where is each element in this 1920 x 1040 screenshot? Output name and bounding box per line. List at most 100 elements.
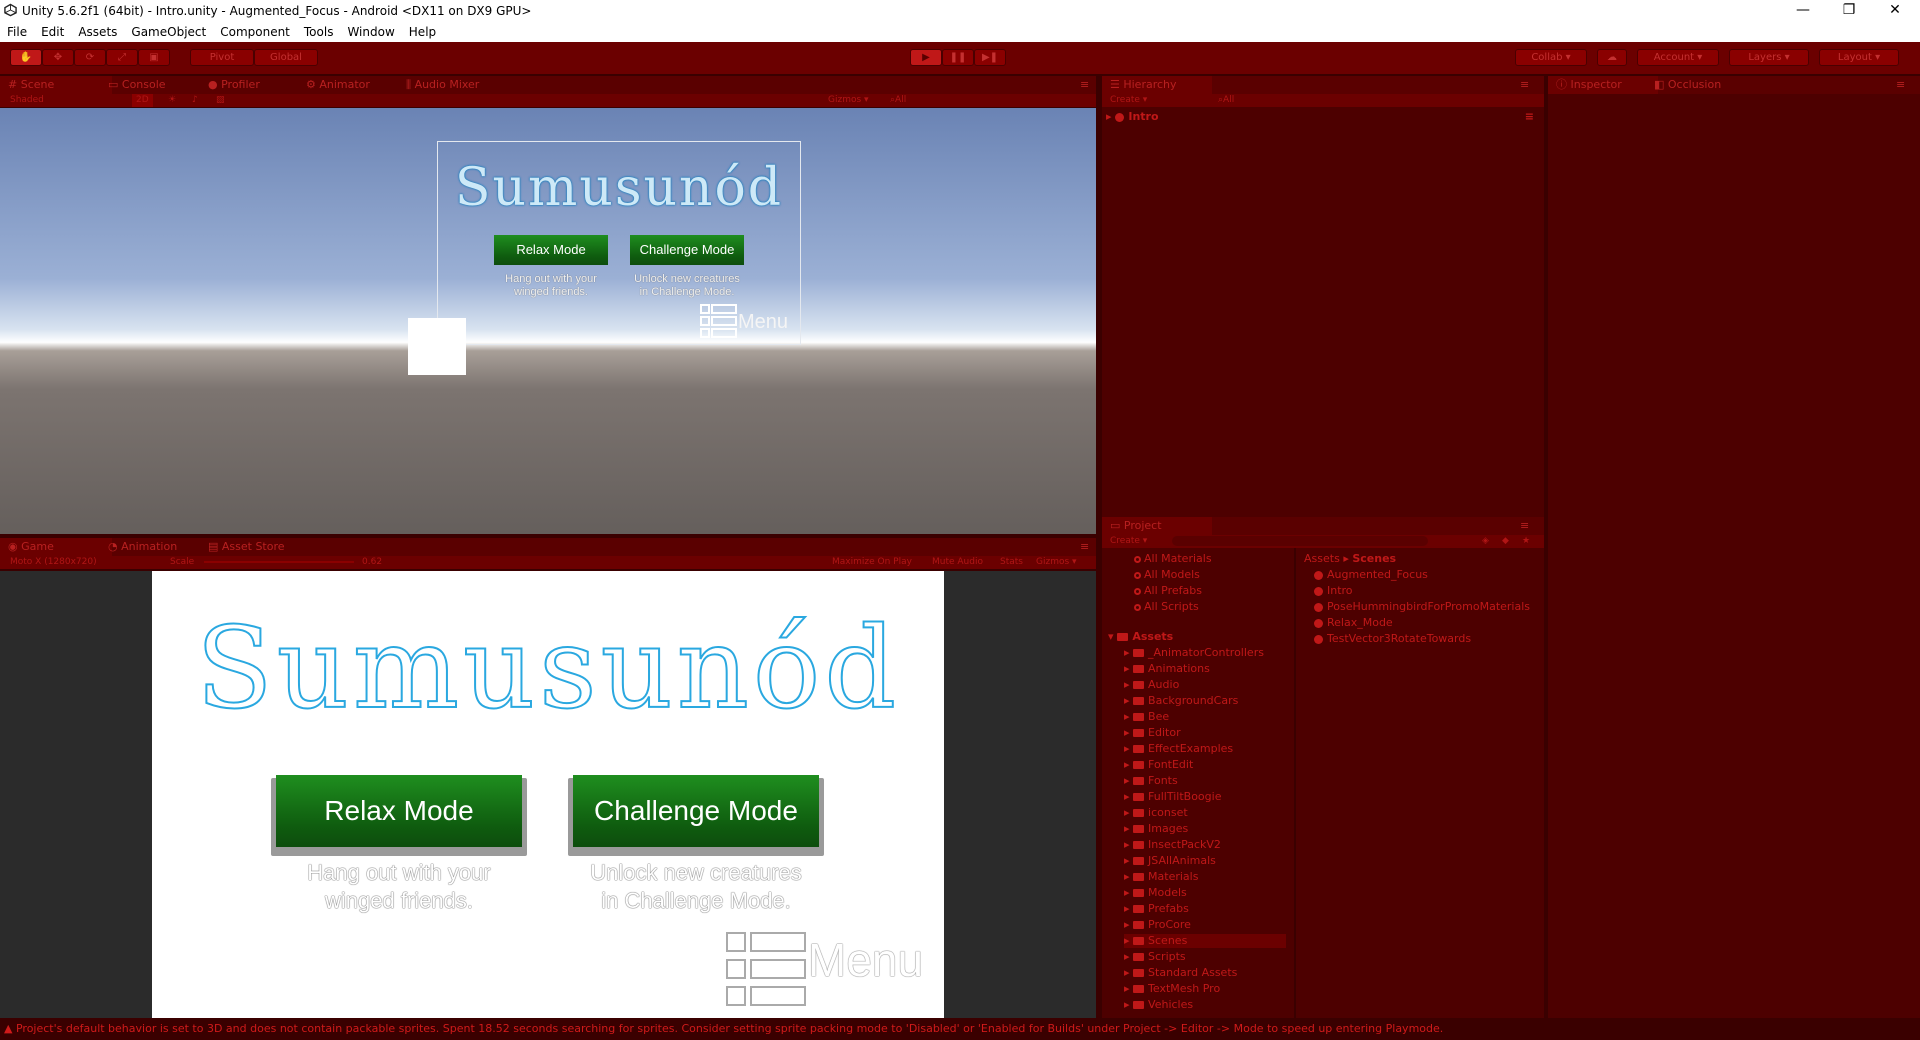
layers-dropdown[interactable]: Layers ▾ bbox=[1729, 49, 1809, 66]
hierarchy-search-input[interactable]: ⌕All bbox=[1218, 94, 1234, 107]
folder-expand-icon[interactable]: ▸ bbox=[1124, 854, 1133, 867]
filter-icon[interactable]: ◈ bbox=[1482, 535, 1489, 548]
tab-occlusion[interactable]: ◧ Occlusion bbox=[1646, 76, 1729, 94]
scene-file-item[interactable]: Relax_Mode bbox=[1314, 616, 1393, 630]
rotate-tool-icon[interactable]: ⟳ bbox=[74, 49, 106, 66]
folder-item[interactable]: ▸ FullTiltBoogie bbox=[1124, 790, 1221, 804]
menu-tools[interactable]: Tools bbox=[297, 22, 341, 39]
folder-expand-icon[interactable]: ▸ bbox=[1124, 646, 1133, 659]
inspector-menu-icon[interactable]: ≡ bbox=[1888, 76, 1913, 94]
scene-gizmos-dropdown[interactable]: Gizmos ▾ bbox=[828, 94, 869, 107]
folder-expand-icon[interactable]: ▸ bbox=[1124, 694, 1133, 707]
menu-window[interactable]: Window bbox=[340, 22, 401, 39]
resolution-dropdown[interactable]: Moto X (1280x720) bbox=[10, 556, 97, 569]
assets-root-folder[interactable]: ▾ Assets bbox=[1108, 630, 1173, 644]
layout-dropdown[interactable]: Layout ▾ bbox=[1819, 49, 1899, 66]
folder-item[interactable]: ▸ BackgroundCars bbox=[1124, 694, 1238, 708]
folder-expand-icon[interactable]: ▸ bbox=[1124, 822, 1133, 835]
folder-expand-icon[interactable]: ▸ bbox=[1124, 710, 1133, 723]
scene-file-item[interactable]: Intro bbox=[1314, 584, 1353, 598]
project-create-button[interactable]: Create ▾ bbox=[1110, 535, 1147, 548]
mute-audio-toggle[interactable]: Mute Audio bbox=[932, 556, 983, 569]
menu-help[interactable]: Help bbox=[402, 22, 443, 39]
folder-expand-icon[interactable]: ▸ bbox=[1124, 838, 1133, 851]
tab-animation[interactable]: ◔ Animation bbox=[100, 538, 185, 556]
scale-tool-icon[interactable]: ⤢ bbox=[106, 49, 138, 66]
minimize-button[interactable]: — bbox=[1780, 0, 1826, 22]
scene-viewport[interactable]: Sumusunód Relax Mode Challenge Mode Hang… bbox=[0, 108, 1096, 534]
challenge-mode-button[interactable]: Challenge Mode bbox=[573, 775, 819, 847]
folder-expand-icon[interactable]: ▸ bbox=[1124, 774, 1133, 787]
folder-item[interactable]: ▸ iconset bbox=[1124, 806, 1188, 820]
stats-toggle[interactable]: Stats bbox=[1000, 556, 1023, 569]
project-splitter[interactable] bbox=[1294, 548, 1296, 1018]
tab-scene[interactable]: # Scene bbox=[0, 76, 112, 94]
folder-expand-icon[interactable]: ▸ bbox=[1124, 790, 1133, 803]
panel-menu-icon[interactable]: ≡ bbox=[1072, 76, 1097, 94]
game-panel-menu-icon[interactable]: ≡ bbox=[1072, 538, 1097, 556]
star-icon[interactable]: ★ bbox=[1522, 535, 1530, 548]
hierarchy-create-button[interactable]: Create ▾ bbox=[1110, 94, 1147, 107]
pivot-toggle[interactable]: Pivot bbox=[190, 49, 254, 66]
tab-console[interactable]: ▭ Console bbox=[100, 76, 174, 94]
folder-item[interactable]: ▸ TextMesh Pro bbox=[1124, 982, 1220, 996]
icon-size-slider[interactable] bbox=[1300, 1004, 1540, 1012]
project-menu-icon[interactable]: ≡ bbox=[1512, 517, 1537, 535]
lighting-toggle-icon[interactable]: ☀ bbox=[168, 94, 176, 107]
game-viewport[interactable]: Sumusunód Relax Mode Challenge Mode Hang… bbox=[0, 571, 1096, 1018]
favorite-all-scripts[interactable]: All Scripts bbox=[1134, 600, 1199, 614]
scene-file-item[interactable]: Augmented_Focus bbox=[1314, 568, 1428, 582]
tab-asset-store[interactable]: ▤ Asset Store bbox=[200, 538, 293, 556]
folder-expand-icon[interactable]: ▸ bbox=[1124, 934, 1133, 947]
move-tool-icon[interactable]: ✥ bbox=[42, 49, 74, 66]
hand-tool-icon[interactable]: ✋ bbox=[10, 49, 42, 66]
scene-challenge-button[interactable]: Challenge Mode bbox=[630, 235, 744, 265]
folder-expand-icon[interactable]: ▸ bbox=[1124, 886, 1133, 899]
audio-toggle-icon[interactable]: ♪ bbox=[192, 94, 198, 107]
folder-item[interactable]: ▸ JSAllAnimals bbox=[1124, 854, 1216, 868]
folder-item[interactable]: ▸ Models bbox=[1124, 886, 1187, 900]
status-bar[interactable]: ▲ Project's default behavior is set to 3… bbox=[0, 1018, 1920, 1040]
folder-item[interactable]: ▸ Fonts bbox=[1124, 774, 1178, 788]
folder-expand-icon[interactable]: ▸ bbox=[1124, 902, 1133, 915]
effects-toggle-icon[interactable]: ▨ bbox=[216, 94, 225, 107]
tab-animator[interactable]: ⚙ Animator bbox=[298, 76, 378, 94]
label-icon[interactable]: ◆ bbox=[1502, 535, 1509, 548]
tab-hierarchy[interactable]: ☰ Hierarchy bbox=[1102, 76, 1212, 94]
step-button[interactable]: ▶❚ bbox=[974, 49, 1006, 66]
folder-expand-icon[interactable]: ▸ bbox=[1124, 678, 1133, 691]
folder-item[interactable]: ▸ Vehicles bbox=[1124, 998, 1193, 1012]
folder-item[interactable]: ▸ _AnimatorControllers bbox=[1124, 646, 1264, 660]
folder-expand-icon[interactable]: ▸ bbox=[1124, 726, 1133, 739]
folder-item[interactable]: ▸ Scripts bbox=[1124, 950, 1186, 964]
tab-profiler[interactable]: ● Profiler bbox=[200, 76, 268, 94]
pause-button[interactable]: ❚❚ bbox=[942, 49, 974, 66]
tab-project[interactable]: ▭ Project bbox=[1102, 517, 1212, 535]
folder-expand-icon[interactable]: ▸ bbox=[1124, 870, 1133, 883]
2d-toggle[interactable]: 2D bbox=[132, 94, 153, 107]
favorite-all-materials[interactable]: All Materials bbox=[1134, 552, 1212, 566]
folder-item[interactable]: ▸ Editor bbox=[1124, 726, 1181, 740]
breadcrumb-assets[interactable]: Assets bbox=[1304, 552, 1340, 565]
scene-file-item[interactable]: TestVector3RotateTowards bbox=[1314, 632, 1471, 646]
shading-dropdown[interactable]: Shaded bbox=[10, 94, 44, 107]
maximize-on-play-toggle[interactable]: Maximize On Play bbox=[832, 556, 912, 569]
tab-inspector[interactable]: ⓘ Inspector bbox=[1548, 76, 1658, 94]
folder-expand-icon[interactable]: ▸ bbox=[1124, 662, 1133, 675]
menu-gameobject[interactable]: GameObject bbox=[124, 22, 213, 39]
game-gizmos-dropdown[interactable]: Gizmos ▾ bbox=[1036, 556, 1077, 569]
collab-button[interactable]: Collab ▾ bbox=[1515, 49, 1587, 66]
folder-item[interactable]: ▸ Scenes bbox=[1124, 934, 1286, 948]
tab-game[interactable]: ◉ Game bbox=[0, 538, 112, 556]
folder-item[interactable]: ▸ EffectExamples bbox=[1124, 742, 1233, 756]
menu-assets[interactable]: Assets bbox=[71, 22, 124, 39]
global-toggle[interactable]: Global bbox=[254, 49, 318, 66]
tab-audio-mixer[interactable]: ⫼ Audio Mixer bbox=[398, 76, 487, 94]
scene-relax-button[interactable]: Relax Mode bbox=[494, 235, 608, 265]
folder-item[interactable]: ▸ Prefabs bbox=[1124, 902, 1189, 916]
relax-mode-button[interactable]: Relax Mode bbox=[276, 775, 522, 847]
folder-expand-icon[interactable]: ▸ bbox=[1124, 950, 1133, 963]
folder-expand-icon[interactable]: ▸ bbox=[1124, 966, 1133, 979]
folder-expand-icon[interactable]: ▸ bbox=[1124, 918, 1133, 931]
folder-item[interactable]: ▸ Standard Assets bbox=[1124, 966, 1237, 980]
